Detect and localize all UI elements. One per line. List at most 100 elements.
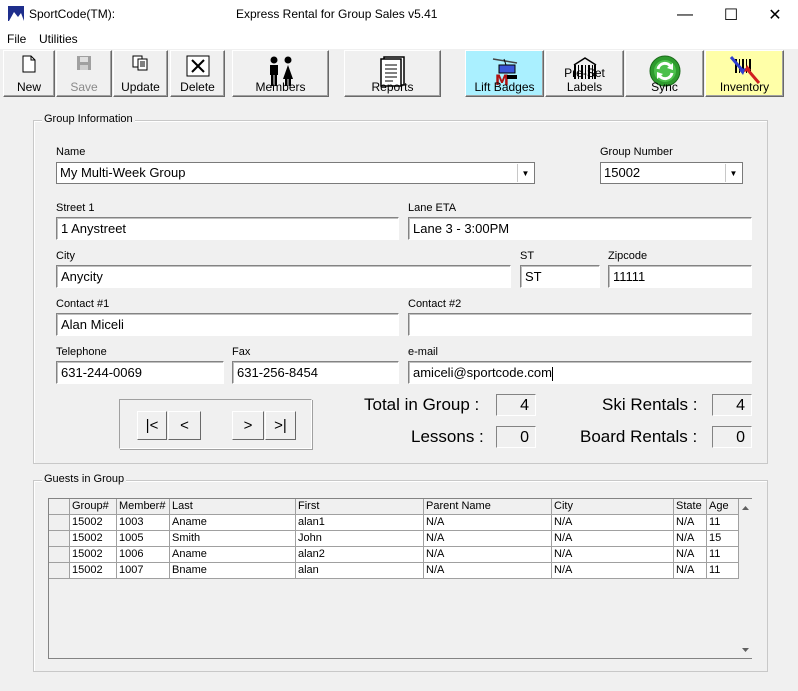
cell-parent-name[interactable]: N/A <box>424 515 552 531</box>
cell-group[interactable]: 15002 <box>70 563 117 579</box>
cell-last[interactable]: Bname <box>170 563 296 579</box>
cell-first[interactable]: alan <box>296 563 424 579</box>
name-combobox[interactable]: My Multi-Week Group ▼ <box>56 162 535 184</box>
cell-parent-name[interactable]: N/A <box>424 547 552 563</box>
cell-first[interactable]: John <box>296 531 424 547</box>
chevron-down-icon[interactable]: ▼ <box>725 164 741 182</box>
cell-last[interactable]: Aname <box>170 547 296 563</box>
column-header-member[interactable]: Member# <box>117 499 170 515</box>
guests-table[interactable]: Group# Member# Last First Parent Name Ci… <box>48 498 752 659</box>
delete-button[interactable]: Delete <box>170 50 225 97</box>
fax-field[interactable]: 631-256-8454 <box>232 361 399 384</box>
reports-button[interactable]: Reports <box>344 50 441 97</box>
cell-group[interactable]: 15002 <box>70 515 117 531</box>
email-value: amiceli@sportcode.com <box>413 365 552 380</box>
street1-field[interactable]: 1 Anystreet <box>56 217 399 240</box>
first-record-icon: |< <box>145 417 159 434</box>
contact1-field[interactable]: Alan Miceli <box>56 313 399 336</box>
menu-utilities[interactable]: Utilities <box>39 32 78 46</box>
ski-rentals-value: 4 <box>712 394 752 416</box>
cell-age[interactable]: 11 <box>707 547 739 563</box>
name-label: Name <box>56 146 86 158</box>
row-selector[interactable] <box>49 563 70 579</box>
column-header-state[interactable]: State <box>674 499 707 515</box>
cell-state[interactable]: N/A <box>674 515 707 531</box>
email-field[interactable]: amiceli@sportcode.com <box>408 361 752 384</box>
contact1-label: Contact #1 <box>56 298 110 310</box>
scroll-down-icon[interactable] <box>739 644 752 656</box>
last-record-button[interactable]: >| <box>265 411 296 440</box>
update-button[interactable]: Update <box>113 50 168 97</box>
previous-record-button[interactable]: < <box>168 411 201 440</box>
column-header-city[interactable]: City <box>552 499 674 515</box>
delete-x-icon <box>186 55 209 77</box>
cell-member[interactable]: 1006 <box>117 547 170 563</box>
city-field[interactable]: Anycity <box>56 265 511 288</box>
scroll-up-icon[interactable] <box>739 502 752 514</box>
cell-age[interactable]: 11 <box>707 515 739 531</box>
new-button[interactable]: New <box>3 50 55 97</box>
cell-parent-name[interactable]: N/A <box>424 531 552 547</box>
row-selector[interactable] <box>49 547 70 563</box>
cell-last[interactable]: Aname <box>170 515 296 531</box>
chevron-down-icon[interactable]: ▼ <box>517 164 533 182</box>
minimize-button[interactable]: — <box>662 0 708 29</box>
row-selector[interactable] <box>49 531 70 547</box>
pre-set-labels-button-label: Pre-Set Labels <box>564 66 605 94</box>
title-bar: SportCode(TM): Express Rental for Group … <box>0 0 798 29</box>
column-header-parent-name[interactable]: Parent Name <box>424 499 552 515</box>
table-row[interactable]: 15002 1007 Bname alan N/A N/A N/A 11 <box>49 563 739 579</box>
cell-city[interactable]: N/A <box>552 563 674 579</box>
pre-set-labels-button[interactable]: Pre-Set Labels <box>545 50 624 97</box>
group-number-combobox[interactable]: 15002 ▼ <box>600 162 743 184</box>
st-field[interactable]: ST <box>520 265 600 288</box>
cell-member[interactable]: 1005 <box>117 531 170 547</box>
lane-eta-field[interactable]: Lane 3 - 3:00PM <box>408 217 752 240</box>
cell-parent-name[interactable]: N/A <box>424 563 552 579</box>
lift-badges-button[interactable]: M Lift Badges <box>465 50 544 97</box>
members-button[interactable]: Members <box>232 50 329 97</box>
table-row[interactable]: 15002 1006 Aname alan2 N/A N/A N/A 11 <box>49 547 739 563</box>
floppy-disk-icon <box>77 56 91 70</box>
column-header-last[interactable]: Last <box>170 499 296 515</box>
cell-city[interactable]: N/A <box>552 531 674 547</box>
column-header-age[interactable]: Age <box>707 499 739 515</box>
cell-first[interactable]: alan1 <box>296 515 424 531</box>
sync-button[interactable]: Sync <box>625 50 704 97</box>
ski-rentals-label: Ski Rentals : <box>602 395 698 414</box>
close-button[interactable]: ✕ <box>752 0 798 29</box>
row-selector-header <box>49 499 70 515</box>
cell-city[interactable]: N/A <box>552 515 674 531</box>
cell-first[interactable]: alan2 <box>296 547 424 563</box>
cell-state[interactable]: N/A <box>674 547 707 563</box>
table-row[interactable]: 15002 1003 Aname alan1 N/A N/A N/A 11 <box>49 515 739 531</box>
cell-group[interactable]: 15002 <box>70 531 117 547</box>
cell-age[interactable]: 11 <box>707 563 739 579</box>
menu-bar: File Utilities <box>0 29 798 49</box>
table-row[interactable]: 15002 1005 Smith John N/A N/A N/A 15 <box>49 531 739 547</box>
cell-age[interactable]: 15 <box>707 531 739 547</box>
inventory-button[interactable]: Inventory <box>705 50 784 97</box>
cell-group[interactable]: 15002 <box>70 547 117 563</box>
next-record-button[interactable]: > <box>232 411 264 440</box>
column-header-first[interactable]: First <box>296 499 424 515</box>
save-button[interactable]: Save <box>56 50 112 97</box>
menu-file[interactable]: File <box>7 32 26 46</box>
cell-city[interactable]: N/A <box>552 547 674 563</box>
cell-member[interactable]: 1003 <box>117 515 170 531</box>
board-rentals-value: 0 <box>712 426 752 448</box>
zipcode-field[interactable]: 11111 <box>608 265 752 288</box>
cell-state[interactable]: N/A <box>674 563 707 579</box>
cell-state[interactable]: N/A <box>674 531 707 547</box>
new-document-icon <box>22 55 36 73</box>
vertical-scrollbar[interactable] <box>739 499 752 658</box>
telephone-field[interactable]: 631-244-0069 <box>56 361 224 384</box>
update-button-label: Update <box>121 80 160 94</box>
cell-last[interactable]: Smith <box>170 531 296 547</box>
row-selector[interactable] <box>49 515 70 531</box>
maximize-button[interactable]: ☐ <box>708 0 754 29</box>
contact2-field[interactable] <box>408 313 752 336</box>
cell-member[interactable]: 1007 <box>117 563 170 579</box>
column-header-group[interactable]: Group# <box>70 499 117 515</box>
first-record-button[interactable]: |< <box>137 411 167 440</box>
